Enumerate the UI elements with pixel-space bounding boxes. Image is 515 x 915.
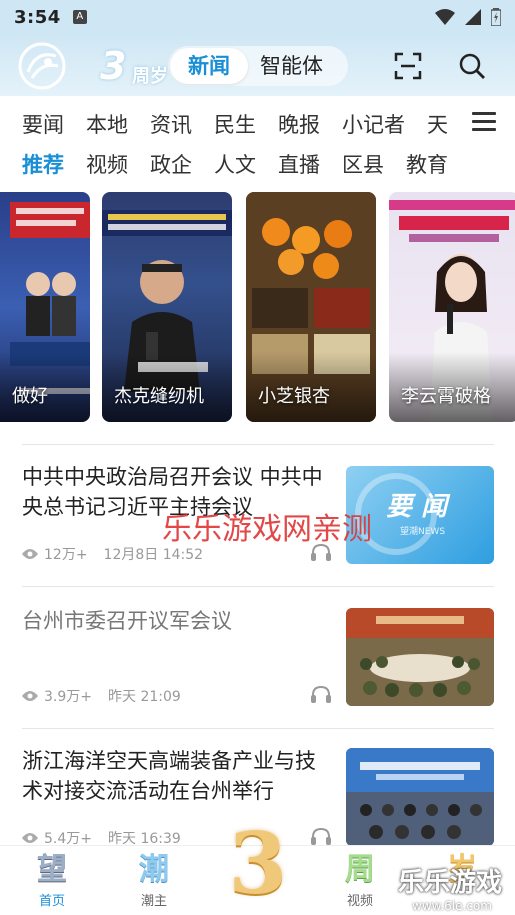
eye-icon [22, 833, 38, 843]
video-card[interactable]: 小芝银杏 [246, 192, 376, 422]
watermark-text: 乐乐游戏网亲测 [162, 512, 372, 547]
tab-tian[interactable]: 天 [427, 106, 448, 144]
divider [22, 586, 494, 587]
thumb-title: 要 闻 [386, 492, 448, 522]
news-item[interactable]: 台州市委召开议军会议 3.9万+ 昨天 21:09 [22, 606, 494, 706]
tab-xiaojizhe[interactable]: 小记者 [342, 106, 405, 144]
tab-tuijian[interactable]: 推荐 [22, 146, 64, 184]
nav-video[interactable]: 周 视频 [330, 852, 390, 909]
video-card-caption: 李云霄破格 [401, 386, 491, 407]
nav-home[interactable]: 望 首页 [22, 852, 82, 909]
corner-watermark: 乐乐游戏 www.6le.com [398, 862, 514, 914]
video-card[interactable]: 做好 [0, 192, 90, 422]
tab-minsheng[interactable]: 民生 [214, 106, 256, 144]
video-card[interactable]: 李云霄破格 [389, 192, 515, 422]
news-title[interactable]: 浙江海洋空天高端装备产业与技术对接交流活动在台州举行 [22, 746, 332, 806]
divider [22, 444, 494, 445]
news-thumbnail[interactable] [346, 748, 494, 846]
category-tabs-row2: 推荐 视频 政企 人文 直播 区县 教育 [22, 146, 496, 184]
eye-icon [22, 549, 38, 559]
tab-jiaoyu[interactable]: 教育 [406, 146, 448, 184]
tab-agent[interactable]: 智能体 [260, 48, 323, 84]
tab-shipin[interactable]: 视频 [86, 146, 128, 184]
corner-watermark-url: www.6le.com [412, 899, 492, 913]
news-views: 12万+ [44, 547, 88, 563]
tab-zhengqi[interactable]: 政企 [150, 146, 192, 184]
nav-chaozhu[interactable]: 潮 潮主 [124, 852, 184, 909]
anniversary-text: 周岁 [132, 66, 168, 87]
tab-news[interactable]: 新闻 [170, 48, 248, 84]
category-tabs-row1: 要闻 本地 资讯 民生 晚报 小记者天 [22, 106, 496, 144]
video-card-caption: 小芝银杏 [258, 386, 330, 407]
notification-a-icon: A [72, 10, 87, 24]
nav-video-label: 视频 [346, 894, 373, 909]
anniversary-3-icon[interactable]: 3 [228, 816, 288, 912]
segment-switch: 新闻 智能体 [168, 46, 348, 86]
anniversary-number: 3 [100, 44, 127, 88]
tab-zhibo[interactable]: 直播 [278, 146, 320, 184]
corner-watermark-text: 乐乐游戏 [398, 868, 503, 898]
status-bar: 3:54 A [0, 0, 515, 34]
video-card-carousel: 做好 杰克缝纫机 小芝银杏 李云霄破格 [0, 192, 515, 424]
video-card[interactable]: 杰克缝纫机 [102, 192, 232, 422]
tab-zixun[interactable]: 资讯 [150, 106, 192, 144]
tab-bendi[interactable]: 本地 [86, 106, 128, 144]
wifi-icon [435, 9, 455, 25]
app-logo-icon[interactable] [18, 42, 66, 90]
status-time: 3:54 [14, 6, 61, 28]
home-icon: 望 [37, 852, 67, 887]
nav-chaozhu-label: 潮主 [140, 894, 167, 909]
chao-icon: 潮 [139, 852, 169, 887]
divider [22, 728, 494, 729]
nav-home-label: 首页 [38, 894, 65, 909]
zhou-icon: 周 [345, 852, 375, 887]
search-icon[interactable] [458, 52, 486, 80]
app-header: 3 周岁 新闻 智能体 [0, 34, 515, 96]
video-card-caption: 杰克缝纫机 [114, 386, 204, 407]
thumb-subtitle: 望潮NEWS [400, 527, 446, 537]
news-title[interactable]: 台州市委召开议军会议 [22, 606, 332, 636]
signal-icon [465, 9, 481, 25]
tab-yaowen[interactable]: 要闻 [22, 106, 64, 144]
news-thumbnail[interactable] [346, 608, 494, 706]
tab-wanbao[interactable]: 晚报 [278, 106, 320, 144]
scan-icon[interactable] [394, 52, 422, 80]
menu-icon[interactable] [472, 112, 496, 134]
tab-renwen[interactable]: 人文 [214, 146, 256, 184]
tab-quxian[interactable]: 区县 [342, 146, 384, 184]
headphone-icon[interactable] [310, 684, 332, 704]
battery-icon [491, 8, 501, 26]
headphone-icon[interactable] [310, 826, 332, 846]
video-card-caption: 做好 [12, 386, 48, 407]
news-time: 昨天 21:09 [108, 689, 181, 705]
news-meta: 3.9万+ 昨天 21:09 [22, 686, 181, 706]
news-views: 3.9万+ [44, 689, 92, 705]
eye-icon [22, 691, 38, 701]
